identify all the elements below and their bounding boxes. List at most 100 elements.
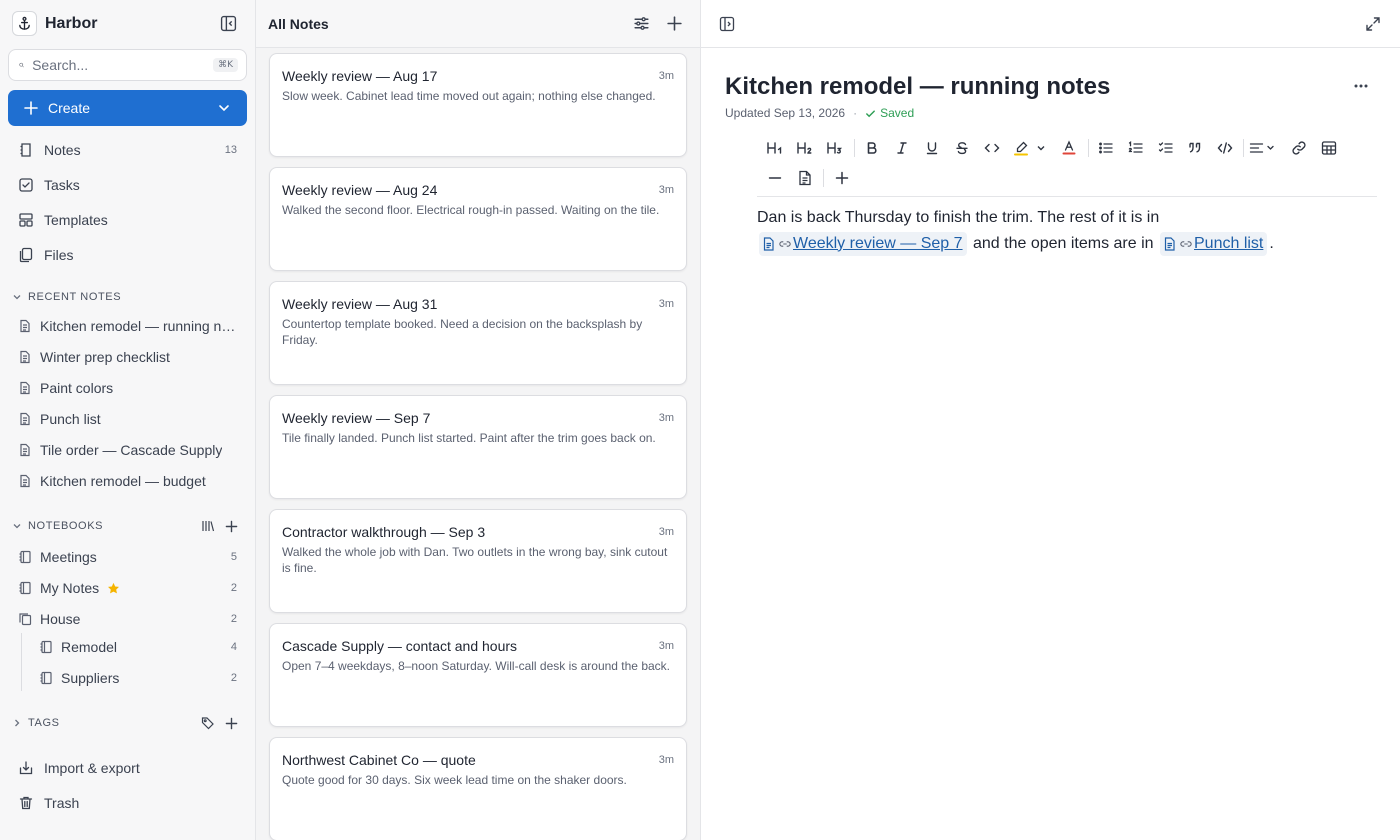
note-card[interactable]: Weekly review — Aug 17 3m Slow week. Cab… (269, 53, 687, 157)
note-body[interactable]: Dan is back Thursday to finish the trim.… (757, 205, 1357, 257)
note-title: Weekly review — Sep 7 (282, 410, 431, 426)
expand-icon[interactable] (1365, 16, 1381, 32)
italic-button[interactable] (890, 136, 914, 160)
checklist-button[interactable] (1154, 136, 1178, 160)
note-card[interactable]: Weekly review — Sep 7 3m Tile finally la… (269, 395, 687, 499)
code-block-button[interactable] (1213, 136, 1237, 160)
insert-block-button[interactable] (830, 166, 854, 190)
nav-notes[interactable]: Notes 13 (8, 135, 247, 165)
table-button[interactable] (1317, 136, 1341, 160)
nav-templates[interactable]: Templates (8, 205, 247, 235)
search-input[interactable] (32, 57, 214, 73)
note-link[interactable]: Weekly review — Sep 7 (793, 231, 963, 257)
recent-note-item[interactable]: Winter prep checklist (8, 343, 247, 371)
note-link-chip[interactable]: Weekly review — Sep 7 (759, 231, 967, 257)
editor-panel: Kitchen remodel — running notes Updated … (701, 0, 1400, 840)
note-title: Cascade Supply — contact and hours (282, 638, 518, 654)
note-snippet: Walked the second floor. Electrical roug… (282, 203, 660, 217)
recent-note-item[interactable]: Tile order — Cascade Supply (8, 436, 247, 464)
text-color-button[interactable] (1057, 136, 1081, 160)
editor-header (701, 0, 1400, 48)
quote-button[interactable] (1183, 136, 1207, 160)
notebook-house[interactable]: House 2 (8, 605, 247, 633)
page-link-button[interactable] (793, 166, 817, 190)
library-icon[interactable] (201, 519, 215, 533)
import-export[interactable]: Import & export (8, 753, 247, 783)
highlight-button[interactable] (1009, 136, 1033, 160)
italic-icon (897, 142, 907, 154)
align-button[interactable] (1247, 136, 1279, 160)
note-title: Contractor walkthrough — Sep 3 (282, 524, 486, 540)
saved-status: Saved (880, 106, 915, 120)
chevron-down-icon[interactable] (217, 101, 231, 115)
note-title-heading[interactable]: Kitchen remodel — running notes (725, 73, 1110, 101)
note-card[interactable]: Northwest Cabinet Co — quote 3m Quote go… (269, 737, 687, 840)
nav-files[interactable]: Files (8, 240, 247, 270)
chevron-down-icon[interactable] (12, 521, 22, 531)
search-icon (19, 62, 24, 68)
recent-note-item[interactable]: Punch list (8, 405, 247, 433)
inline-code-button[interactable] (980, 136, 1004, 160)
create-button[interactable]: Create (8, 90, 247, 126)
note-age: 3m (658, 184, 674, 196)
code-block-icon (1217, 142, 1233, 154)
brand[interactable]: Harbor (12, 11, 97, 36)
link-button[interactable] (1287, 136, 1311, 160)
add-note-icon[interactable] (666, 15, 683, 32)
note-card[interactable]: Contractor walkthrough — Sep 3 3m Walked… (269, 509, 687, 613)
note-link-chip[interactable]: Punch list (1160, 231, 1268, 257)
strikethrough-button[interactable] (950, 136, 974, 160)
heading-3-button[interactable] (823, 136, 847, 160)
more-options-icon[interactable] (1353, 84, 1369, 88)
notebook-icon (40, 640, 52, 654)
bold-icon (867, 142, 877, 154)
horizontal-rule-icon (768, 177, 782, 179)
toolbar-separator (854, 139, 855, 157)
tags-icon[interactable] (201, 716, 215, 730)
check-icon (866, 109, 876, 117)
highlight-options[interactable] (1033, 136, 1049, 160)
trash[interactable]: Trash (8, 788, 247, 818)
toggle-panel-icon[interactable] (719, 16, 735, 32)
text-color-icon (1062, 140, 1076, 155)
note-card[interactable]: Weekly review — Aug 31 3m Countertop tem… (269, 281, 687, 385)
plus-icon (835, 171, 849, 185)
import-export-icon (19, 761, 33, 775)
note-age: 3m (658, 640, 674, 652)
notebook-meetings[interactable]: Meetings 5 (8, 543, 247, 571)
recent-note-item[interactable]: Kitchen remodel — budget (8, 467, 247, 495)
heading-1-button[interactable] (763, 136, 787, 160)
note-link[interactable]: Punch list (1194, 231, 1263, 257)
recent-notes-section[interactable]: RECENT NOTES (12, 288, 244, 306)
note-snippet: Walked the whole job with Dan. Two outle… (282, 545, 668, 575)
heading-2-button[interactable] (793, 136, 817, 160)
recent-note-item[interactable]: Kitchen remodel — running notes (8, 312, 247, 340)
note-card[interactable]: Cascade Supply — contact and hours 3m Op… (269, 623, 687, 727)
underline-button[interactable] (920, 136, 944, 160)
tags-section[interactable]: TAGS (12, 714, 244, 732)
add-tag-icon[interactable] (225, 717, 238, 730)
add-notebook-icon[interactable] (225, 520, 238, 533)
bold-button[interactable] (860, 136, 884, 160)
notebooks-section[interactable]: NOTEBOOKS (12, 517, 244, 535)
divider-button[interactable] (763, 166, 787, 190)
filter-sliders-icon[interactable] (633, 15, 650, 32)
notebook-my-notes[interactable]: My Notes 2 (8, 574, 247, 602)
note-title: Weekly review — Aug 17 (282, 68, 438, 84)
notebook-icon (19, 581, 31, 595)
document-icon (20, 350, 30, 364)
collapse-sidebar-icon[interactable] (220, 15, 237, 32)
search-box[interactable]: ⌘K (8, 49, 247, 81)
notebook-suppliers[interactable]: Suppliers 2 (29, 664, 247, 692)
bullet-list-button[interactable] (1094, 136, 1118, 160)
numbered-list-button[interactable] (1124, 136, 1148, 160)
notebook-stack-icon (19, 613, 32, 626)
toolbar-separator (1088, 139, 1089, 157)
nav-tasks[interactable]: Tasks (8, 170, 247, 200)
recent-note-item[interactable]: Paint colors (8, 374, 247, 402)
document-icon (20, 412, 30, 426)
notebook-remodel[interactable]: Remodel 4 (29, 633, 247, 661)
chevron-right-icon[interactable] (12, 718, 22, 728)
note-card[interactable]: Weekly review — Aug 24 3m Walked the sec… (269, 167, 687, 271)
chevron-down-icon[interactable] (12, 292, 22, 302)
